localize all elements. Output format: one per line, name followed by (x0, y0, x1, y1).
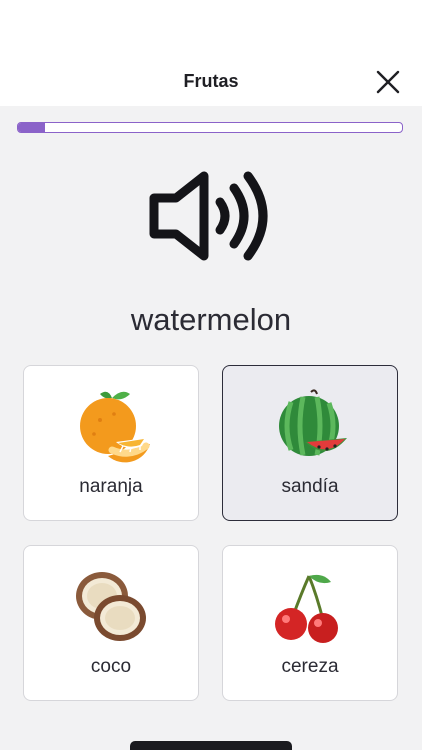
speaker-icon[interactable] (146, 168, 276, 264)
choice-card-naranja[interactable]: naranja (23, 365, 199, 521)
orange-icon (80, 391, 150, 463)
choice-card-cereza[interactable]: cereza (222, 545, 398, 701)
choice-label: naranja (79, 476, 143, 497)
cherry-icon (275, 574, 338, 643)
close-icon[interactable] (372, 66, 404, 98)
progress-fill (18, 123, 45, 132)
choice-label: cereza (281, 656, 339, 677)
choice-label: coco (90, 656, 132, 677)
top-header: Frutas (0, 0, 422, 106)
lesson-progress-bar (17, 122, 403, 133)
choice-card-coco[interactable]: coco (23, 545, 199, 701)
page-title: Frutas (183, 71, 239, 91)
watermelon-icon (279, 389, 347, 456)
choice-card-sandia[interactable]: sandía (222, 365, 398, 521)
choice-label: sandía (281, 476, 339, 497)
coconut-icon (76, 572, 146, 641)
home-indicator (130, 741, 292, 750)
prompt-word: watermelon (130, 302, 292, 337)
